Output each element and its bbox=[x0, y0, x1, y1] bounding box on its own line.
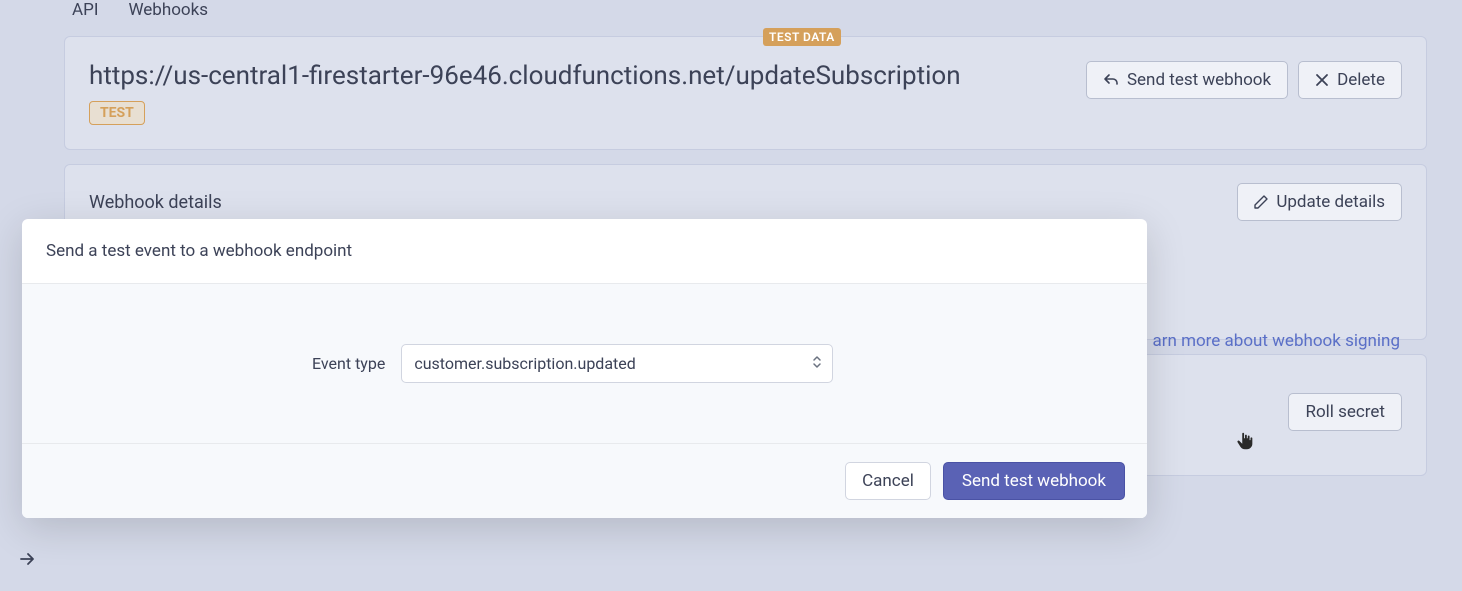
event-type-label: Event type bbox=[312, 354, 385, 373]
pencil-icon bbox=[1254, 195, 1268, 209]
reply-icon bbox=[1103, 72, 1119, 88]
send-test-event-modal: Send a test event to a webhook endpoint … bbox=[22, 219, 1147, 518]
roll-secret-label: Roll secret bbox=[1305, 402, 1385, 422]
event-type-select[interactable]: customer.subscription.updated bbox=[401, 344, 833, 383]
tab-api[interactable]: API bbox=[72, 0, 98, 20]
send-test-webhook-button[interactable]: Send test webhook bbox=[1086, 61, 1288, 99]
delete-label: Delete bbox=[1337, 70, 1385, 90]
test-data-badge: TEST DATA bbox=[763, 28, 841, 46]
test-mode-badge: TEST bbox=[89, 101, 145, 125]
modal-title: Send a test event to a webhook endpoint bbox=[22, 219, 1147, 284]
roll-secret-button[interactable]: Roll secret bbox=[1288, 393, 1402, 431]
webhook-header-card: TEST DATA https://us-central1-firestarte… bbox=[64, 36, 1427, 150]
delete-button[interactable]: Delete bbox=[1298, 61, 1402, 99]
details-title: Webhook details bbox=[89, 192, 222, 213]
tab-webhooks[interactable]: Webhooks bbox=[128, 0, 208, 20]
update-details-label: Update details bbox=[1276, 192, 1385, 212]
arrow-right-icon[interactable] bbox=[18, 550, 36, 573]
close-icon bbox=[1315, 73, 1329, 87]
send-test-webhook-label: Send test webhook bbox=[1127, 70, 1271, 90]
update-details-button[interactable]: Update details bbox=[1237, 183, 1402, 221]
webhook-url: https://us-central1-firestarter-96e46.cl… bbox=[89, 61, 961, 91]
learn-more-link[interactable]: arn more about webhook signing bbox=[1152, 331, 1400, 351]
tab-bar: API Webhooks bbox=[0, 0, 1462, 30]
submit-send-test-webhook-button[interactable]: Send test webhook bbox=[943, 462, 1125, 500]
cancel-button[interactable]: Cancel bbox=[845, 462, 931, 500]
